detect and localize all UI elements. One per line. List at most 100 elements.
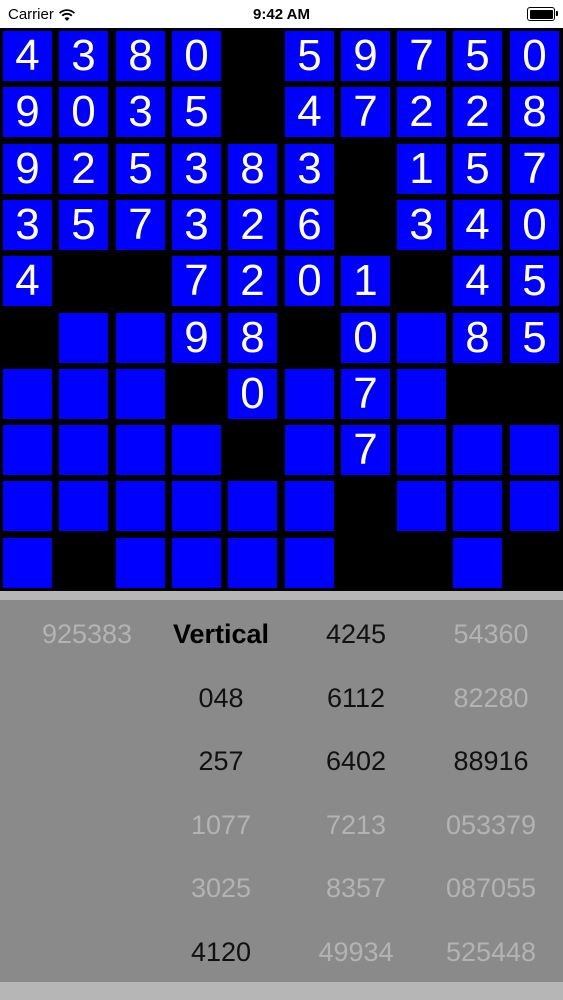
grid-cell[interactable]: 4 <box>453 256 502 306</box>
grid-cell[interactable]: 0 <box>341 313 390 363</box>
grid-cell[interactable]: 8 <box>228 144 277 194</box>
grid-cell[interactable] <box>453 481 502 531</box>
grid-cell[interactable]: 8 <box>510 87 559 137</box>
grid-cell[interactable]: 4 <box>3 256 52 306</box>
grid-cell[interactable]: 8 <box>116 31 165 81</box>
grid-cell[interactable]: 4 <box>285 87 334 137</box>
picker-item[interactable]: 4120 <box>151 936 291 968</box>
grid-cell[interactable]: 7 <box>510 144 559 194</box>
grid-cell[interactable]: 5 <box>453 31 502 81</box>
grid-cell[interactable]: 6 <box>285 200 334 250</box>
grid-cell[interactable]: 7 <box>172 256 221 306</box>
grid-cell[interactable] <box>59 481 108 531</box>
grid-cell[interactable]: 8 <box>228 313 277 363</box>
grid-cell[interactable]: 1 <box>397 144 446 194</box>
grid-cell[interactable]: 7 <box>116 200 165 250</box>
grid-cell[interactable]: 2 <box>397 87 446 137</box>
grid-cell[interactable] <box>285 425 334 475</box>
grid-cell[interactable]: 2 <box>59 144 108 194</box>
grid-cell[interactable]: 3 <box>116 87 165 137</box>
picker-item[interactable]: 49934 <box>286 936 426 968</box>
grid-cell[interactable] <box>59 425 108 475</box>
grid-cell[interactable]: 7 <box>341 87 390 137</box>
grid-cell[interactable]: 7 <box>397 31 446 81</box>
grid-cell[interactable]: 0 <box>510 200 559 250</box>
grid-cell[interactable]: 7 <box>341 425 390 475</box>
grid-cell[interactable] <box>397 313 446 363</box>
grid-cell[interactable]: 2 <box>228 200 277 250</box>
grid-cell[interactable] <box>228 481 277 531</box>
grid-cell[interactable]: 5 <box>59 200 108 250</box>
picker-item[interactable]: 525448 <box>421 936 561 968</box>
grid-cell[interactable]: 4 <box>453 200 502 250</box>
grid-cell[interactable] <box>172 538 221 588</box>
grid-cell[interactable] <box>397 481 446 531</box>
grid-cell[interactable]: 9 <box>3 87 52 137</box>
grid-cell[interactable] <box>172 425 221 475</box>
grid-cell[interactable]: 7 <box>341 369 390 419</box>
grid-cell[interactable]: 3 <box>59 31 108 81</box>
grid-cell[interactable] <box>285 369 334 419</box>
picker-item[interactable]: 88916 <box>421 745 561 777</box>
grid-cell[interactable]: 3 <box>172 200 221 250</box>
picker-item[interactable]: 6402 <box>286 745 426 777</box>
grid-cell[interactable]: 8 <box>453 313 502 363</box>
grid-cell[interactable]: 9 <box>172 313 221 363</box>
grid-cell[interactable]: 9 <box>3 144 52 194</box>
grid-cell[interactable] <box>453 538 502 588</box>
grid-cell[interactable] <box>3 425 52 475</box>
picker-item[interactable]: 82280 <box>421 682 561 714</box>
picker-item[interactable]: 3025 <box>151 872 291 904</box>
grid-cell[interactable] <box>116 369 165 419</box>
picker-item[interactable]: 1077 <box>151 809 291 841</box>
grid-cell[interactable] <box>116 425 165 475</box>
grid-cell[interactable]: 3 <box>3 200 52 250</box>
grid-cell[interactable]: 0 <box>285 256 334 306</box>
grid-cell[interactable]: 0 <box>59 87 108 137</box>
grid-cell[interactable] <box>116 481 165 531</box>
grid-cell[interactable] <box>397 369 446 419</box>
picker-item[interactable]: 053379 <box>421 809 561 841</box>
picker-item[interactable]: 8357 <box>286 872 426 904</box>
grid-cell[interactable] <box>116 313 165 363</box>
grid-cell[interactable]: 5 <box>453 144 502 194</box>
picker-item[interactable]: 048 <box>151 682 291 714</box>
grid-cell[interactable]: 5 <box>285 31 334 81</box>
multi-column-picker[interactable]: 925383 Vertical 048 257 1077 3025 4120 4245 6112… <box>0 600 563 982</box>
picker-item[interactable]: 4245 <box>286 618 426 650</box>
picker-item[interactable]: 54360 <box>421 618 561 650</box>
picker-item[interactable]: 925383 <box>17 618 157 650</box>
grid-cell[interactable] <box>116 538 165 588</box>
grid-cell[interactable]: 2 <box>228 256 277 306</box>
grid-cell[interactable] <box>3 369 52 419</box>
grid-cell[interactable]: 5 <box>172 87 221 137</box>
grid-cell[interactable] <box>59 313 108 363</box>
grid-cell[interactable] <box>285 538 334 588</box>
picker-item[interactable]: 087055 <box>421 872 561 904</box>
grid-cell[interactable] <box>510 425 559 475</box>
grid-cell[interactable] <box>228 538 277 588</box>
grid-cell[interactable] <box>510 481 559 531</box>
grid-cell[interactable]: 4 <box>3 31 52 81</box>
grid-cell[interactable] <box>3 481 52 531</box>
grid-cell[interactable] <box>453 425 502 475</box>
grid-cell[interactable]: 1 <box>341 256 390 306</box>
grid-cell[interactable] <box>3 538 52 588</box>
grid-cell[interactable] <box>172 481 221 531</box>
grid-cell[interactable]: 0 <box>510 31 559 81</box>
picker-item[interactable]: 257 <box>151 745 291 777</box>
grid-cell[interactable]: 5 <box>510 313 559 363</box>
grid-cell[interactable]: 3 <box>285 144 334 194</box>
grid-cell[interactable]: 0 <box>172 31 221 81</box>
picker-item[interactable]: 6112 <box>286 682 426 714</box>
grid-cell[interactable]: 5 <box>116 144 165 194</box>
picker-item[interactable]: 7213 <box>286 809 426 841</box>
picker-item[interactable]: Vertical <box>151 618 291 650</box>
grid-cell[interactable] <box>397 425 446 475</box>
grid-cell[interactable] <box>59 369 108 419</box>
grid-cell[interactable]: 3 <box>172 144 221 194</box>
grid-cell[interactable] <box>285 481 334 531</box>
grid-cell[interactable]: 3 <box>397 200 446 250</box>
grid-cell[interactable]: 2 <box>453 87 502 137</box>
grid-cell[interactable]: 5 <box>510 256 559 306</box>
